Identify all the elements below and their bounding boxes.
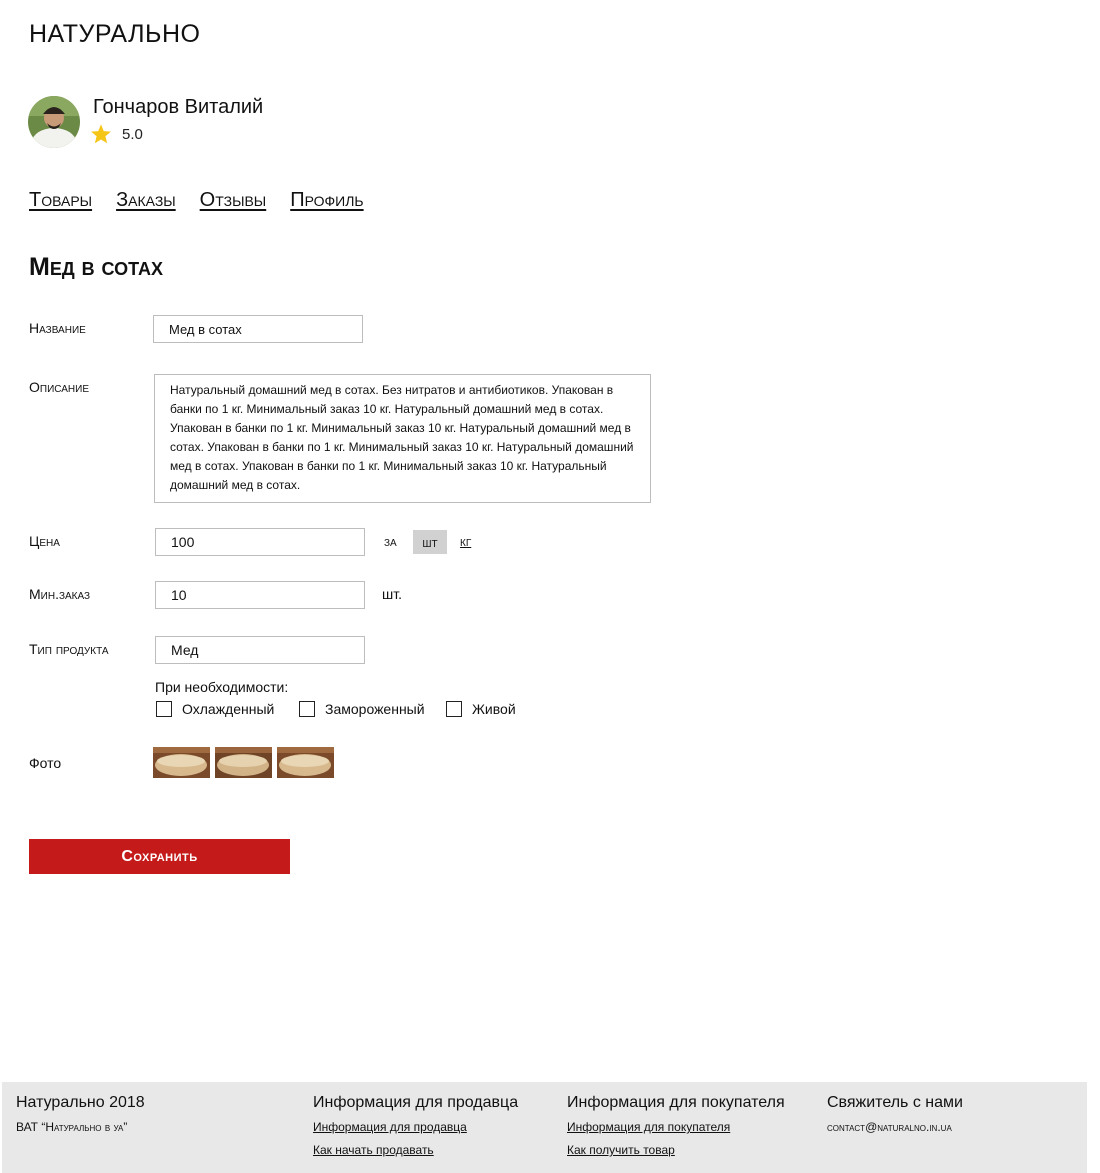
footer-link-buyer-info[interactable]: Информация для покупателя bbox=[567, 1120, 785, 1134]
footer-seller-title: Информация для продавца bbox=[313, 1094, 519, 1111]
nav-item-reviews[interactable]: Отзывы bbox=[200, 189, 267, 212]
footer-link-get-goods[interactable]: Как получить товар bbox=[567, 1143, 785, 1157]
brand-logo[interactable]: НАТУРАЛЬНО bbox=[29, 20, 200, 49]
checkbox-frozen[interactable]: Замороженный bbox=[299, 701, 425, 717]
footer-col-company: Натурально 2018 ВАТ “Натурально в уа” bbox=[16, 1094, 145, 1134]
description-textarea[interactable]: Натуральный домашний мед в сотах. Без ни… bbox=[154, 374, 651, 503]
product-type-label: Тип продукта bbox=[29, 641, 109, 657]
checkbox-box[interactable] bbox=[446, 701, 462, 717]
seller-info: Гончаров Виталий 5.0 bbox=[28, 96, 263, 148]
storage-needs-label: При необходимости: bbox=[155, 679, 289, 695]
min-order-label: Мин.заказ bbox=[29, 586, 91, 602]
photo-thumbnail[interactable] bbox=[153, 747, 210, 778]
footer-company-title: Натурально 2018 bbox=[16, 1094, 145, 1111]
rating-value: 5.0 bbox=[122, 125, 143, 143]
page-title: Мед в сотах bbox=[29, 253, 163, 281]
unit-option-kg[interactable]: кг bbox=[460, 533, 471, 549]
footer-col-buyer: Информация для покупателя Информация для… bbox=[567, 1094, 785, 1157]
product-type-select[interactable]: Мед bbox=[155, 636, 365, 664]
photo-thumbnail[interactable] bbox=[215, 747, 272, 778]
checkbox-box[interactable] bbox=[299, 701, 315, 717]
footer-company-legal: ВАТ “Натурально в уа” bbox=[16, 1120, 128, 1134]
footer: Натурально 2018 ВАТ “Натурально в уа” Ин… bbox=[2, 1082, 1087, 1173]
checkbox-label: Живой bbox=[472, 701, 516, 717]
checkbox-chilled[interactable]: Охлажденный bbox=[156, 701, 274, 717]
checkbox-label: Замороженный bbox=[325, 701, 425, 717]
checkbox-live[interactable]: Живой bbox=[446, 701, 516, 717]
min-order-unit: шт. bbox=[382, 586, 402, 602]
footer-contact-email[interactable]: contact@naturalno.in.ua bbox=[827, 1120, 963, 1134]
avatar[interactable] bbox=[28, 96, 80, 148]
footer-contact-title: Свяжитель с нами bbox=[827, 1094, 963, 1111]
price-label: Цена bbox=[29, 533, 60, 549]
nav-item-orders[interactable]: Заказы bbox=[116, 189, 176, 212]
checkbox-box[interactable] bbox=[156, 701, 172, 717]
price-input[interactable]: 100 bbox=[155, 528, 365, 556]
min-order-input[interactable]: 10 bbox=[155, 581, 365, 609]
save-button[interactable]: Сохранить bbox=[29, 839, 290, 874]
name-input[interactable]: Мед в сотах bbox=[153, 315, 363, 343]
seller-rating: 5.0 bbox=[90, 123, 143, 145]
footer-link-seller-info[interactable]: Информация для продавца bbox=[313, 1120, 518, 1134]
checkbox-label: Охлажденный bbox=[182, 701, 275, 717]
footer-link-start-selling[interactable]: Как начать продавать bbox=[313, 1143, 518, 1157]
star-icon bbox=[91, 124, 111, 144]
name-label: Название bbox=[29, 320, 86, 336]
nav-item-profile[interactable]: Профиль bbox=[290, 189, 363, 212]
footer-col-contact: Свяжитель с нами contact@naturalno.in.ua bbox=[827, 1094, 963, 1134]
description-label: Описание bbox=[29, 379, 90, 395]
price-per-label: за bbox=[384, 533, 397, 549]
seller-name[interactable]: Гончаров Виталий bbox=[93, 96, 263, 119]
photo-gallery bbox=[153, 747, 339, 778]
footer-buyer-title: Информация для покупателя bbox=[567, 1094, 785, 1111]
photo-label: Фото bbox=[29, 755, 62, 771]
nav-item-products[interactable]: Товары bbox=[29, 189, 92, 212]
main-nav: Товары Заказы Отзывы Профиль bbox=[29, 189, 388, 212]
photo-thumbnail[interactable] bbox=[277, 747, 334, 778]
unit-option-pieces[interactable]: шт bbox=[413, 530, 447, 554]
footer-col-seller: Информация для продавца Информация для п… bbox=[313, 1094, 518, 1157]
